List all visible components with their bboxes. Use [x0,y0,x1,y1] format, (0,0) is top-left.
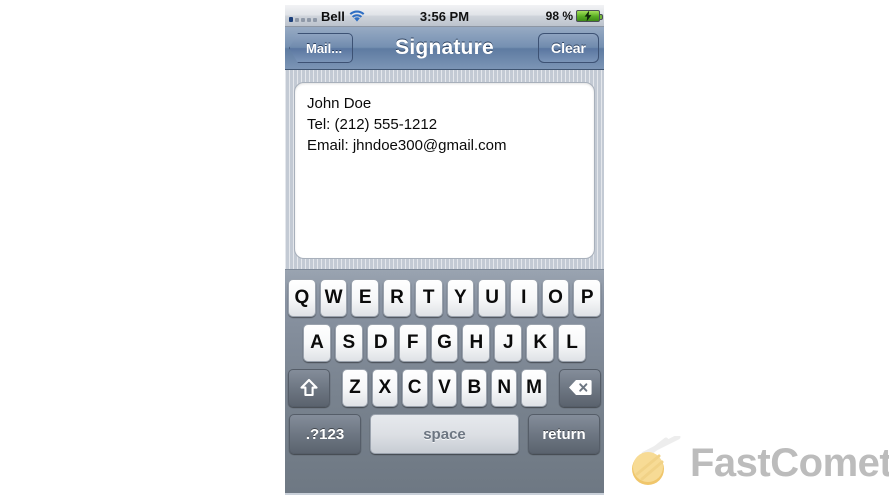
signature-text-input[interactable]: John Doe Tel: (212) 555-1212 Email: jhnd… [294,82,595,259]
key-p[interactable]: P [573,278,602,317]
content-area: John Doe Tel: (212) 555-1212 Email: jhnd… [285,70,604,270]
key-m[interactable]: M [521,368,548,407]
battery-charging-icon [576,10,603,22]
key-d[interactable]: D [366,323,395,362]
virtual-keyboard: Q W E R T Y U I O P A S D F G H J K L Z … [285,270,604,493]
keyboard-row-4: .?123 space return [285,410,604,458]
return-key[interactable]: return [528,414,600,454]
key-k[interactable]: K [526,323,555,362]
navigation-bar: Mail... Signature Clear [285,27,604,70]
battery-percent-label: 98 % [545,9,573,23]
key-y[interactable]: Y [446,278,475,317]
status-bar: Bell 3:56 PM 98 % [285,5,604,27]
key-j[interactable]: J [494,323,523,362]
key-q[interactable]: Q [287,278,316,317]
key-v[interactable]: V [431,368,458,407]
keyboard-row-1: Q W E R T Y U I O P [285,275,604,320]
key-n[interactable]: N [491,368,518,407]
key-c[interactable]: C [401,368,428,407]
key-a[interactable]: A [303,323,331,362]
numeric-mode-key[interactable]: .?123 [289,414,361,454]
key-g[interactable]: G [430,323,459,362]
key-w[interactable]: W [319,278,348,317]
space-key[interactable]: space [370,414,519,454]
iphone-screen: Bell 3:56 PM 98 % Mail... Signature Clea… [285,5,604,495]
key-b[interactable]: B [461,368,488,407]
signature-line: John Doe [307,95,372,112]
keyboard-row-2: A S D F G H J K L [285,320,604,365]
fastcomet-watermark: FastComet [628,436,889,490]
key-l[interactable]: L [558,323,587,362]
fastcomet-logo-text: FastComet [690,441,889,485]
key-i[interactable]: I [509,278,538,317]
key-u[interactable]: U [478,278,506,317]
key-h[interactable]: H [462,323,491,362]
key-s[interactable]: S [334,323,363,362]
clear-button[interactable]: Clear [537,33,599,63]
key-e[interactable]: E [351,278,380,317]
shift-key[interactable] [288,368,330,407]
signature-line: Tel: (212) 555-1212 [307,116,438,133]
key-o[interactable]: O [541,278,570,317]
comet-icon [628,436,684,490]
key-r[interactable]: R [383,278,411,317]
status-bar-right: 98 % [545,5,603,27]
key-x[interactable]: X [371,368,398,407]
row3-gap-right [551,369,555,407]
keyboard-row-3: Z X C V B N M [285,365,604,410]
key-t[interactable]: T [414,278,443,317]
shift-arrow-icon [299,378,319,398]
backspace-delete-icon [568,379,592,396]
row3-gap [334,369,338,407]
signature-line: Email: jhndoe300@gmail.com [307,137,507,154]
backspace-key[interactable] [559,368,602,407]
key-z[interactable]: Z [342,368,368,407]
key-f[interactable]: F [398,323,427,362]
